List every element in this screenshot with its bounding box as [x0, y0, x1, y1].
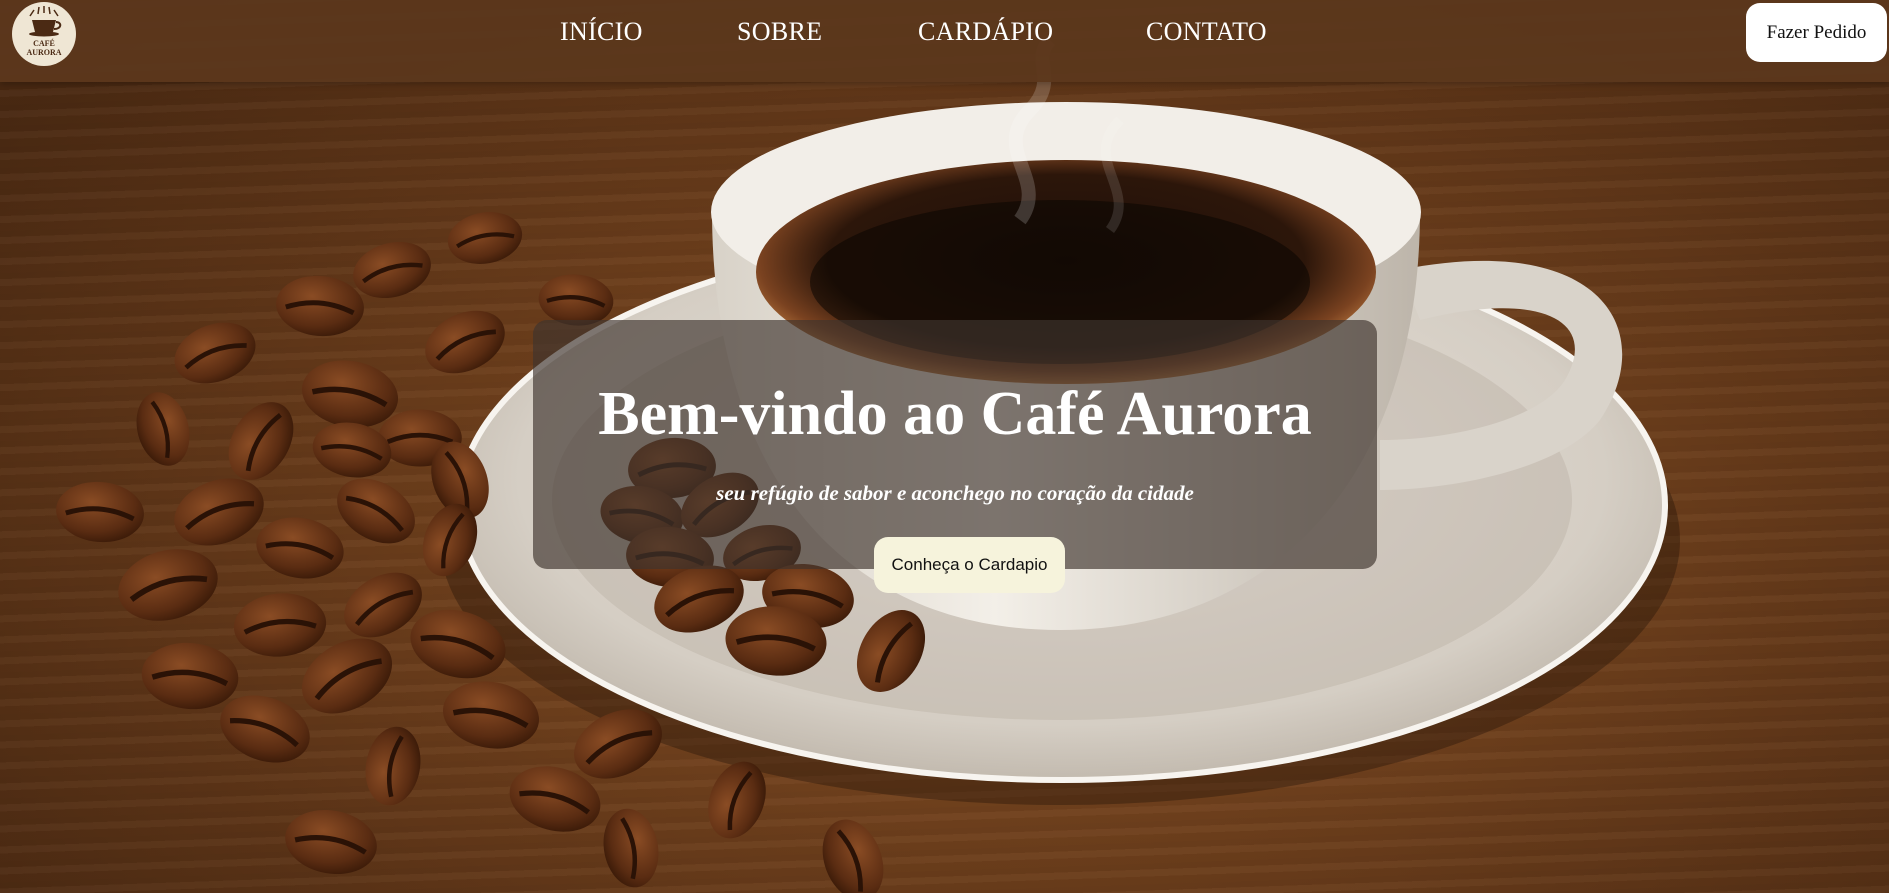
hero-title: Bem-vindo ao Café Aurora [598, 380, 1312, 448]
nav-link-sobre[interactable]: SOBRE [737, 17, 822, 47]
nav-link-inicio[interactable]: INÍCIO [560, 17, 643, 47]
order-button[interactable]: Fazer Pedido [1746, 3, 1887, 62]
logo[interactable]: CAFÉ AURORA [12, 2, 76, 66]
nav-link-cardapio[interactable]: CARDÁPIO [918, 17, 1053, 47]
menu-cta-button[interactable]: Conheça o Cardapio [874, 537, 1065, 593]
logo-text-line2: AURORA [26, 48, 62, 57]
logo-text-line1: CAFÉ [33, 39, 55, 48]
top-navbar: CAFÉ AURORA INÍCIO SOBRE CARDÁPIO CONTAT… [0, 0, 1889, 82]
nav-link-contato[interactable]: CONTATO [1146, 17, 1267, 47]
hero-subtitle: seu refúgio de sabor e aconchego no cora… [716, 481, 1194, 505]
